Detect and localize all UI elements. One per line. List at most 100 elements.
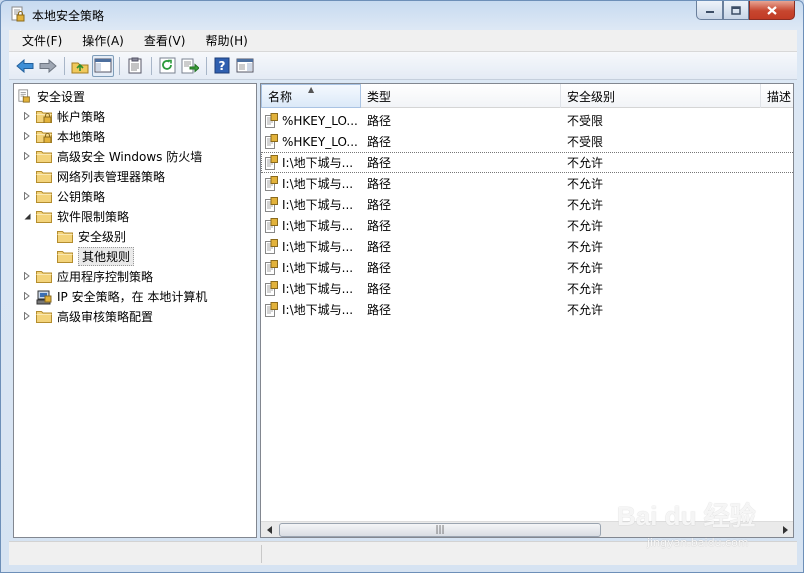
rule-name: I:\地下城与... <box>282 303 354 317</box>
rule-name: %HKEY_LO... <box>282 113 358 128</box>
expand-arrow-icon[interactable] <box>22 111 32 121</box>
tree-item[interactable]: IP 安全策略，在 本地计算机 <box>22 286 207 306</box>
path-rule-icon <box>265 218 278 233</box>
tree-item[interactable]: 应用程序控制策略 <box>22 266 153 286</box>
back-arrow-icon <box>16 58 34 73</box>
properties-button[interactable] <box>124 55 146 77</box>
show-hide-console-tree-button[interactable] <box>92 54 114 77</box>
tree-item[interactable]: 网络列表管理器策略 <box>22 166 165 186</box>
minimize-button[interactable] <box>696 1 723 20</box>
expand-arrow-icon[interactable] <box>22 311 32 321</box>
table-row[interactable]: I:\地下城与... 路径 不允许 <box>261 236 793 257</box>
expand-arrow-icon[interactable] <box>22 131 32 141</box>
horizontal-scrollbar[interactable]: ||| <box>261 521 793 537</box>
show-action-pane-button[interactable] <box>234 55 256 77</box>
rule-name: I:\地下城与... <box>282 219 354 233</box>
rule-name: I:\地下城与... <box>282 282 354 296</box>
menu-help[interactable]: 帮助(H) <box>192 32 254 49</box>
close-button[interactable] <box>749 1 795 20</box>
column-header-name-label: 名称 <box>268 89 293 104</box>
help-button[interactable]: ? <box>211 55 233 77</box>
toolbar-separator <box>119 56 120 75</box>
back-button[interactable] <box>14 55 36 77</box>
table-row[interactable]: I:\地下城与... 路径 不允许 <box>261 299 793 320</box>
menu-file[interactable]: 文件(F) <box>9 32 69 49</box>
path-rule-icon <box>265 239 278 254</box>
minimize-icon <box>705 11 714 13</box>
clipboard-icon <box>128 57 142 74</box>
tree-item[interactable]: 高级安全 Windows 防火墙 <box>22 146 202 166</box>
refresh-button[interactable] <box>156 55 178 77</box>
rule-security-level: 不允许 <box>567 282 604 296</box>
menu-action[interactable]: 操作(A) <box>69 32 131 49</box>
expand-arrow-icon[interactable] <box>22 271 32 281</box>
cell-name: I:\地下城与... <box>261 194 361 215</box>
scrollbar-thumb[interactable]: ||| <box>279 523 601 537</box>
tree-item-label: 公钥策略 <box>57 189 106 204</box>
column-header-name[interactable]: 名称 ▲ <box>261 84 361 108</box>
rule-security-level: 不允许 <box>567 303 604 317</box>
tree-item-label: 网络列表管理器策略 <box>57 169 166 184</box>
expand-arrow-icon[interactable] <box>22 191 32 201</box>
table-row[interactable]: I:\地下城与... 路径 不允许 <box>261 173 793 194</box>
tree-item[interactable]: 软件限制策略 <box>22 206 129 226</box>
scroll-right-arrow-icon <box>782 526 788 534</box>
rule-security-level: 不允许 <box>567 240 604 254</box>
collapse-arrow-icon[interactable] <box>22 211 32 221</box>
rule-security-level: 不受限 <box>567 135 604 149</box>
title-bar[interactable]: 本地安全策略 <box>1 1 803 29</box>
tree-item[interactable]: 其他规则 <box>57 246 135 266</box>
rule-type: 路径 <box>367 219 392 233</box>
tree-item[interactable]: 帐户策略 <box>22 106 105 126</box>
table-row[interactable]: I:\地下城与... 路径 不允许 <box>261 257 793 278</box>
table-row[interactable]: %HKEY_LO... 路径 不受限 <box>261 110 793 131</box>
column-header-description[interactable]: 描述 <box>761 84 793 108</box>
folder-icon <box>36 210 52 223</box>
close-icon <box>767 5 777 15</box>
toolbar-separator <box>64 56 65 75</box>
table-row[interactable]: I:\地下城与... 路径 不允许 <box>261 215 793 236</box>
folder-icon <box>36 150 52 163</box>
column-header-security-level[interactable]: 安全级别 <box>561 84 761 108</box>
help-icon: ? <box>214 57 230 74</box>
column-header-type[interactable]: 类型 <box>361 84 561 108</box>
menu-view[interactable]: 查看(V) <box>131 32 193 49</box>
rule-security-level: 不允许 <box>567 198 604 212</box>
forward-button[interactable] <box>37 55 59 77</box>
security-policy-icon <box>11 6 25 22</box>
status-separator <box>261 545 262 563</box>
expand-arrow-icon[interactable] <box>22 291 32 301</box>
rule-name: I:\地下城与... <box>282 261 354 275</box>
rule-security-level: 不允许 <box>567 219 604 233</box>
cell-name: I:\地下城与... <box>261 299 361 320</box>
tree-item-label: 应用程序控制策略 <box>57 269 154 284</box>
tree-item[interactable]: 安全级别 <box>57 226 126 246</box>
tree-item-label: 高级安全 Windows 防火墙 <box>57 149 203 164</box>
column-headers: 名称 ▲ 类型 安全级别 描述 <box>261 84 793 108</box>
tree-item[interactable]: 公钥策略 <box>22 186 105 206</box>
maximize-button[interactable] <box>723 1 749 20</box>
console-tree[interactable]: 安全设置 帐户策略本地策略高级安全 Windows 防火墙 网络列表管理器策略 公钥… <box>13 83 257 538</box>
tree-item[interactable]: 高级审核策略配置 <box>22 306 153 326</box>
scroll-left-button[interactable] <box>261 522 278 537</box>
cell-name: %HKEY_LO... <box>261 131 361 152</box>
rule-name: I:\地下城与... <box>282 240 354 254</box>
scroll-right-button[interactable] <box>777 522 793 537</box>
table-row[interactable]: I:\地下城与... 路径 不允许 <box>261 152 793 173</box>
table-row[interactable]: I:\地下城与... 路径 不允许 <box>261 278 793 299</box>
rule-type: 路径 <box>367 303 392 317</box>
export-list-button[interactable] <box>179 55 201 77</box>
table-row[interactable]: %HKEY_LO... 路径 不受限 <box>261 131 793 152</box>
cell-name: I:\地下城与... <box>261 236 361 257</box>
path-rule-icon <box>265 176 278 191</box>
table-row[interactable]: I:\地下城与... 路径 不允许 <box>261 194 793 215</box>
column-header-type-label: 类型 <box>367 89 392 104</box>
rules-list[interactable]: 名称 ▲ 类型 安全级别 描述 %HKEY_LO... 路径 不受限 %HKEY_LO… <box>260 83 794 538</box>
tree-item-label: 本地策略 <box>57 129 106 144</box>
cell-name: I:\地下城与... <box>261 215 361 236</box>
tree-item[interactable]: 本地策略 <box>22 126 105 146</box>
up-one-level-button[interactable] <box>69 55 91 77</box>
expand-arrow-icon[interactable] <box>22 151 32 161</box>
cell-name: I:\地下城与... <box>261 257 361 278</box>
tree-root[interactable]: 安全设置 <box>18 86 85 106</box>
